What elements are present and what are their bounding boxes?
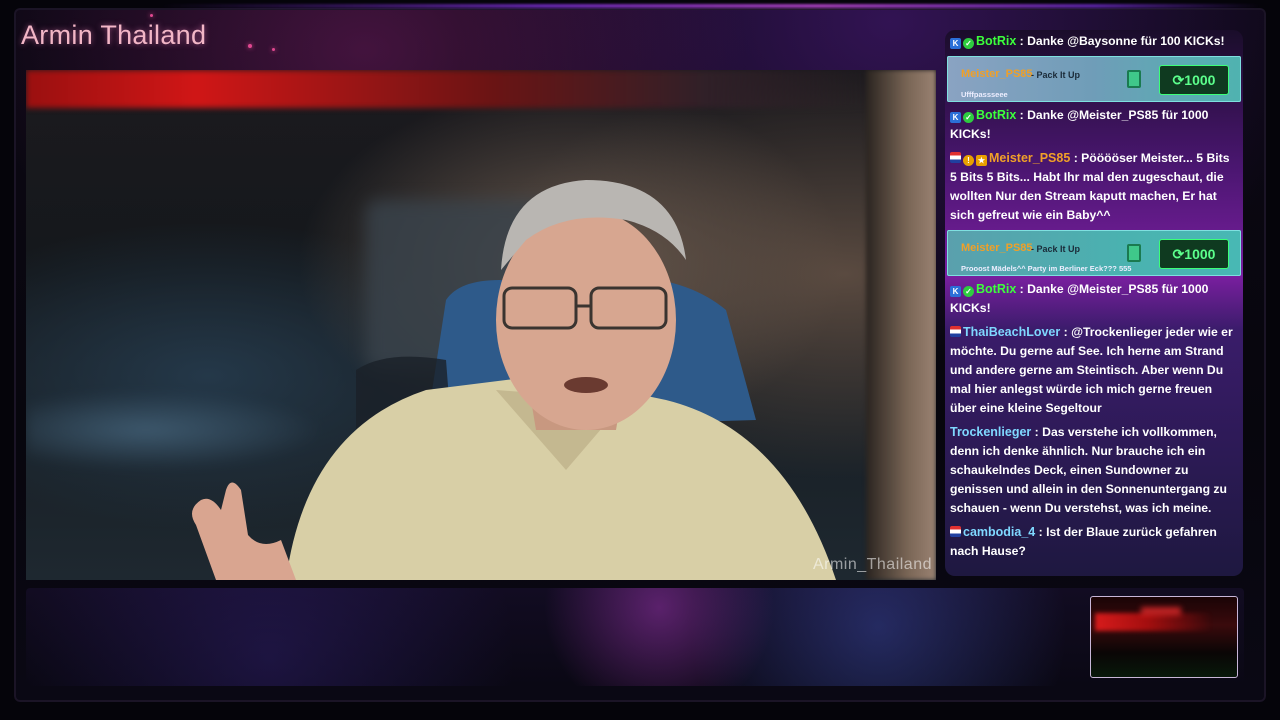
- streamer-figure: [192, 180, 836, 580]
- chat-username[interactable]: ThaiBeachLover: [963, 325, 1060, 339]
- red-light-glow: [1141, 607, 1181, 615]
- tip-amount-value: 1000: [1184, 246, 1216, 262]
- bottom-bokeh-panel: [26, 588, 1244, 686]
- sparkle-decoration: [150, 14, 153, 17]
- chat-message: Trockenlieger : Das verstehe ich vollkom…: [945, 421, 1243, 521]
- warning-icon: !: [963, 155, 974, 166]
- chat-separator: :: [1035, 525, 1047, 539]
- chat-message: cambodia_4 : Ist der Blaue zurück gefahr…: [945, 521, 1243, 564]
- verified-icon: ✓: [963, 286, 974, 297]
- chat-message: K ✓ BotRix : Danke @Meister_PS85 für 1000 …: [945, 104, 1243, 147]
- chat-username[interactable]: Meister_PS85: [989, 151, 1070, 165]
- chat-message: ThaiBeachLover : @Trockenlieger jeder wi…: [945, 321, 1243, 421]
- chat-username[interactable]: cambodia_4: [963, 525, 1035, 539]
- secondary-camera-view: [1090, 596, 1238, 678]
- chat-separator: :: [1070, 151, 1082, 165]
- chat-username[interactable]: BotRix: [976, 34, 1016, 48]
- mouth: [564, 377, 608, 393]
- webcam-video: Armin_Thailand: [26, 70, 936, 580]
- kick-icon: K: [950, 112, 961, 123]
- chat-message: ! ★ Meister_PS85 : Pööööser Meister... 5 B…: [945, 147, 1243, 228]
- thai-flag-icon: [950, 326, 961, 337]
- chat-message: K ✓ BotRix : Danke @Baysonne für 100 KICKs…: [945, 30, 1243, 54]
- chat-separator: :: [1016, 282, 1028, 296]
- tip-alert: Meister_PS85- Pack It Up Prooost Mädels^^…: [947, 230, 1241, 276]
- kick-icon: K: [950, 286, 961, 297]
- verified-icon: ✓: [963, 112, 974, 123]
- chat-text: Danke @Baysonne für 100 KICKs!: [1027, 34, 1225, 48]
- kick-icon: K: [950, 38, 961, 49]
- verified-icon: ✓: [963, 38, 974, 49]
- chat-message: K ✓ BotRix : Danke @Meister_PS85 für 1000 …: [945, 278, 1243, 321]
- chat-username[interactable]: BotRix: [976, 108, 1016, 122]
- chat-separator: :: [1016, 108, 1028, 122]
- chat-panel: K ✓ BotRix : Danke @Baysonne für 100 KICKs…: [945, 30, 1243, 576]
- chat-separator: :: [1060, 325, 1072, 339]
- tip-amount-value: 1000: [1184, 72, 1216, 88]
- channel-watermark: Armin_Thailand: [812, 556, 932, 573]
- hand: [192, 482, 296, 580]
- red-light-glow: [1095, 613, 1225, 631]
- tip-username: Meister_PS85: [961, 68, 1033, 80]
- gift-icon: [1127, 244, 1141, 262]
- subscriber-icon: ★: [976, 155, 987, 166]
- kick-coin-icon: ⟳: [1172, 72, 1185, 88]
- chat-separator: :: [1016, 34, 1028, 48]
- tip-action: - Pack It Up: [1031, 244, 1081, 254]
- chat-username[interactable]: BotRix: [976, 282, 1016, 296]
- thai-flag-icon: [950, 526, 961, 537]
- thai-flag-icon: [950, 152, 961, 163]
- tip-message: Prooost Mädels^^ Party im Berliner Eck??…: [961, 264, 1132, 273]
- tip-amount: ⟳1000: [1159, 239, 1229, 269]
- streamer-name: Armin Thailand: [21, 20, 207, 50]
- gift-icon: [1127, 70, 1141, 88]
- sparkle-decoration: [272, 48, 275, 51]
- top-glow-decoration: [160, 4, 1260, 8]
- tip-username: Meister_PS85: [961, 242, 1033, 254]
- tip-alert: Meister_PS85- Pack It Up Ufffpassseee ⟳100…: [947, 56, 1241, 102]
- tip-action: - Pack It Up: [1031, 70, 1081, 80]
- kick-coin-icon: ⟳: [1172, 246, 1185, 262]
- tip-amount: ⟳1000: [1159, 65, 1229, 95]
- tip-message: Ufffpassseee: [961, 90, 1008, 99]
- sparkle-decoration: [248, 44, 252, 48]
- chat-separator: :: [1031, 425, 1043, 439]
- chat-username[interactable]: Trockenlieger: [950, 425, 1031, 439]
